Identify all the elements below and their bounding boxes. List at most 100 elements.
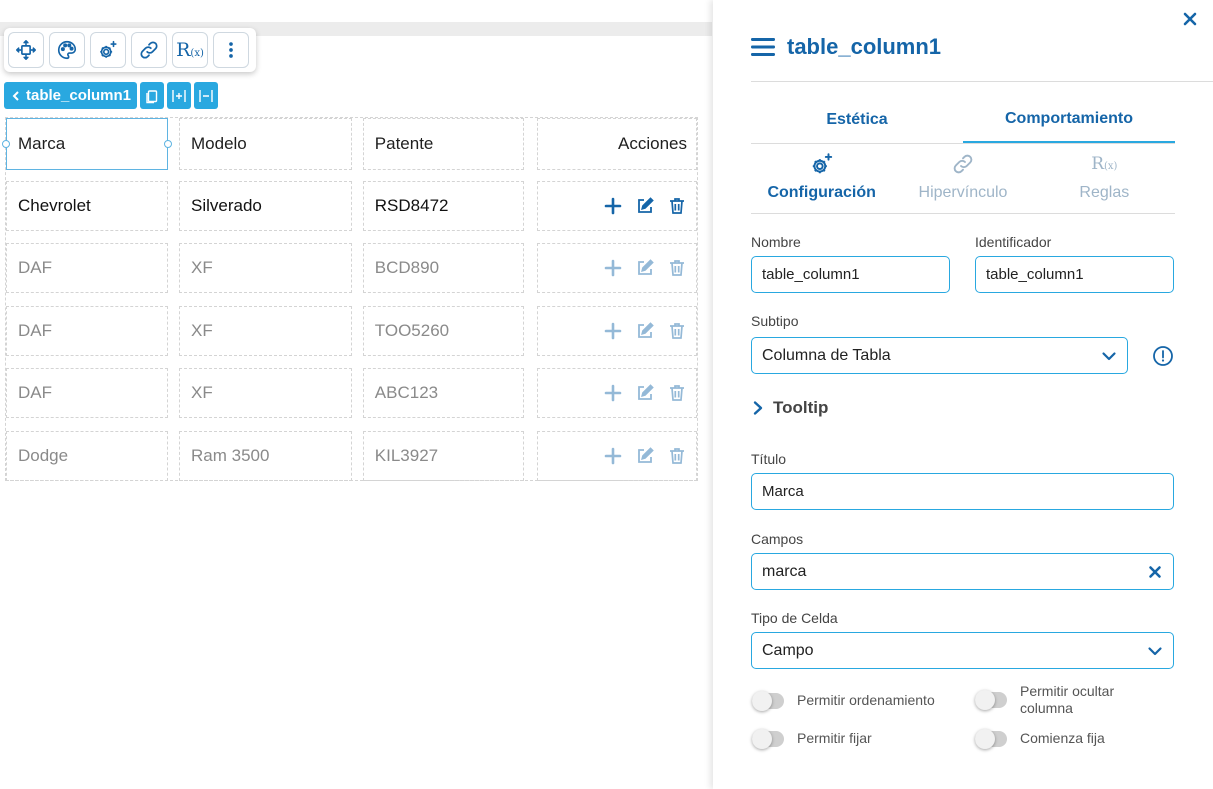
toggle-switch[interactable] — [752, 690, 784, 711]
add-icon[interactable] — [603, 446, 623, 466]
header-divider — [751, 81, 1213, 82]
table-cell[interactable]: Chevrolet — [6, 181, 168, 231]
header-cell-marca[interactable]: Marca — [2, 118, 172, 170]
table-row[interactable]: DAF XF ABC123 — [6, 368, 698, 418]
cell-type-select[interactable]: Campo — [751, 632, 1174, 669]
tab-label: Comportamiento — [1005, 109, 1133, 127]
header-text: Marca — [18, 134, 66, 153]
header-cell-modelo[interactable]: Modelo — [179, 118, 352, 170]
table-cell[interactable]: RSD8472 — [362, 181, 524, 231]
add-icon[interactable] — [603, 196, 623, 216]
table-row[interactable]: Chevrolet Silverado RSD8472 — [6, 181, 698, 231]
subtab-label: Reglas — [1079, 184, 1130, 201]
edit-icon[interactable] — [635, 196, 655, 216]
info-icon[interactable] — [1152, 345, 1174, 367]
header-text: Patente — [374, 134, 434, 153]
resize-handle-right[interactable] — [164, 140, 172, 148]
link-button[interactable] — [131, 32, 167, 68]
table-cell[interactable]: TOO5260 — [362, 306, 524, 356]
table-cell[interactable]: DAF — [6, 306, 168, 356]
table-cell[interactable]: XF — [179, 368, 352, 418]
table-cell[interactable]: ABC123 — [362, 368, 524, 418]
row-actions — [603, 258, 687, 278]
actions-cell — [536, 243, 698, 293]
more-options-button[interactable] — [213, 32, 249, 68]
rules-icon: R(x) — [1091, 153, 1117, 174]
actions-cell — [536, 181, 698, 231]
remove-column-button[interactable] — [194, 82, 219, 109]
menu-icon[interactable] — [751, 36, 775, 58]
select-parent-button[interactable]: table_column1 — [4, 82, 138, 109]
behavior-button[interactable] — [90, 32, 126, 68]
edit-icon[interactable] — [635, 321, 655, 341]
subtab-hipervinculo[interactable]: Hipervínculo — [892, 150, 1033, 213]
resize-handle-left[interactable] — [2, 140, 10, 148]
behavior-subtabs: Configuración Hipervínculo R(x) Reglas — [751, 150, 1175, 214]
toggle-switch[interactable] — [975, 728, 1007, 749]
delete-icon[interactable] — [667, 258, 687, 278]
header-text: Modelo — [191, 134, 247, 153]
add-icon[interactable] — [603, 258, 623, 278]
toggle-switch[interactable] — [752, 728, 784, 749]
chevron-down-icon — [1102, 351, 1116, 360]
table-cell[interactable]: Ram 3500 — [179, 431, 352, 481]
edit-icon[interactable] — [635, 383, 655, 403]
rules-button[interactable]: R(x) — [172, 32, 208, 68]
add-icon[interactable] — [603, 383, 623, 403]
table-row[interactable]: Dodge Ram 3500 KIL3927 — [6, 431, 698, 481]
select-value: Campo — [762, 641, 814, 659]
table-cell[interactable]: BCD890 — [362, 243, 524, 293]
table-row[interactable]: DAF XF BCD890 — [6, 243, 698, 293]
gear-sparkle-icon — [100, 40, 117, 58]
table-cell[interactable]: DAF — [6, 243, 168, 293]
table-cell[interactable]: Dodge — [6, 431, 168, 481]
cell-text: XF — [191, 383, 213, 402]
identifier-input[interactable]: table_column1 — [975, 256, 1174, 293]
tab-estetica[interactable]: Estética — [751, 96, 963, 143]
table-row[interactable]: DAF XF TOO5260 — [6, 306, 698, 356]
duplicate-button[interactable] — [140, 82, 165, 109]
edit-icon[interactable] — [635, 446, 655, 466]
clear-icon[interactable] — [1147, 564, 1163, 580]
tooltip-toggle[interactable]: Tooltip — [751, 398, 828, 418]
subtab-reglas[interactable]: R(x) Reglas — [1034, 150, 1175, 213]
header-cell-acciones[interactable]: Acciones — [536, 118, 698, 170]
table-cell[interactable]: XF — [179, 306, 352, 356]
edit-icon[interactable] — [635, 258, 655, 278]
input-value: table_column1 — [762, 266, 860, 283]
toggle-switch[interactable] — [975, 690, 1007, 710]
header-cell-patente[interactable]: Patente — [362, 118, 524, 170]
subtab-configuracion[interactable]: Configuración — [751, 150, 892, 213]
add-icon[interactable] — [603, 321, 623, 341]
table-cell[interactable]: KIL3927 — [362, 431, 524, 481]
table-cell[interactable]: DAF — [6, 368, 168, 418]
allow-pin-toggle[interactable]: Permitir fijar — [752, 728, 872, 749]
allow-sort-toggle[interactable]: Permitir ordenamiento — [752, 690, 935, 711]
cell-text: XF — [191, 321, 213, 340]
panel-title: table_column1 — [787, 34, 942, 59]
starts-pinned-toggle[interactable]: Comienza fija — [975, 728, 1105, 749]
subtype-select[interactable]: Columna de Tabla — [751, 337, 1128, 374]
name-input[interactable]: table_column1 — [751, 256, 950, 293]
fields-input[interactable]: marca — [751, 553, 1174, 590]
table-cell[interactable]: Silverado — [179, 181, 352, 231]
tab-comportamiento[interactable]: Comportamiento — [963, 96, 1175, 143]
title-input[interactable]: Marca — [751, 473, 1174, 510]
add-column-button[interactable] — [167, 82, 192, 109]
close-icon[interactable] — [1181, 10, 1199, 28]
allow-hide-column-toggle[interactable]: Permitir ocultar columna — [975, 683, 1114, 717]
design-canvas: R(x) table_column1 Marca Modelo Patente … — [0, 0, 712, 789]
delete-icon[interactable] — [667, 383, 687, 403]
rules-glyph: R — [1091, 153, 1104, 174]
move-icon — [16, 40, 36, 60]
delete-icon[interactable] — [667, 446, 687, 466]
style-button[interactable] — [49, 32, 85, 68]
table-cell[interactable]: XF — [179, 243, 352, 293]
delete-icon[interactable] — [667, 196, 687, 216]
rules-glyph-sub: (x) — [190, 47, 204, 59]
select-value: Columna de Tabla — [762, 346, 891, 364]
move-button[interactable] — [8, 32, 44, 68]
delete-icon[interactable] — [667, 321, 687, 341]
selection-bar: table_column1 — [4, 82, 219, 109]
data-table: Marca Modelo Patente Acciones Chevrolet … — [2, 117, 698, 481]
